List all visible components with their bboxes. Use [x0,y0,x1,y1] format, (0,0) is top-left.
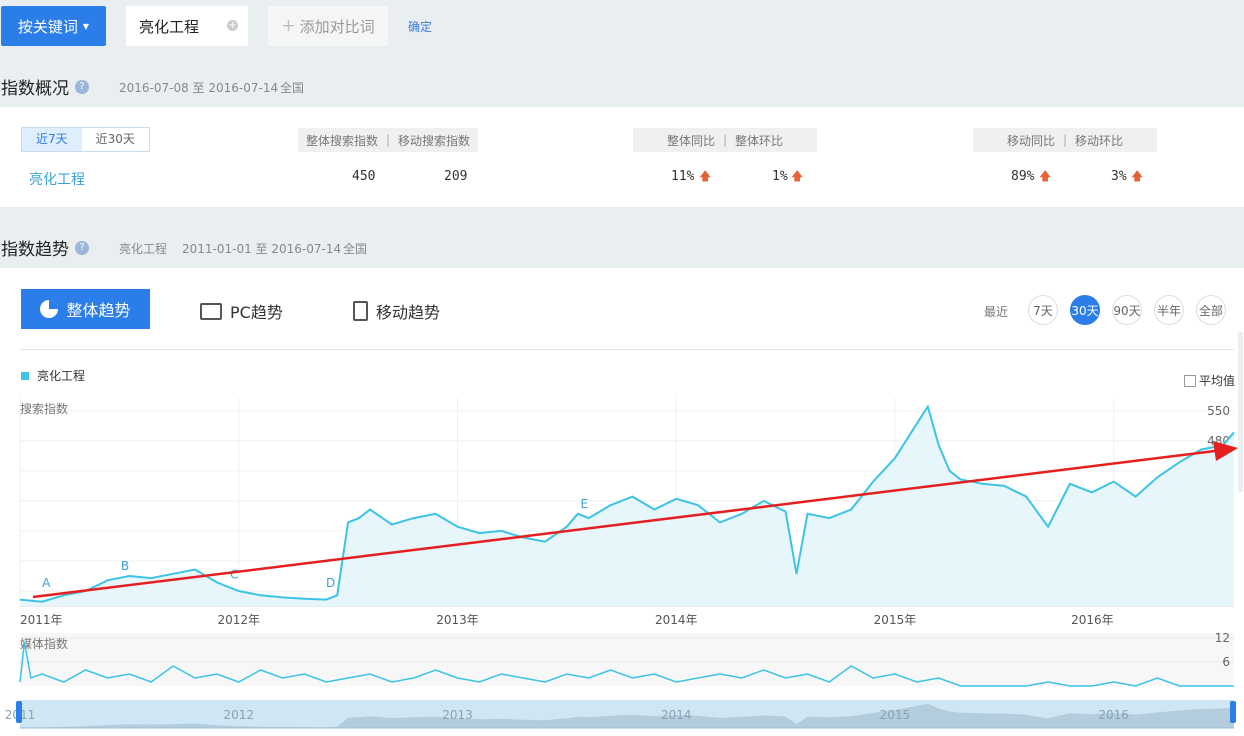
x-tick-label: 2015年 [874,613,917,627]
trend-chart: 1302002703404104805502011年2012年2013年2014… [5,398,1238,729]
x-tick-label: 2014年 [655,613,698,627]
navigator-tick-label: 2015 [880,708,911,722]
event-marker: E [581,497,589,511]
x-tick-label: 2016年 [1071,613,1114,627]
x-tick-label: 2011年 [20,613,63,627]
y-axis-label: 搜索指数 [20,401,68,416]
y-tick-label: 550 [1207,404,1230,418]
navigator-tick-label: 2012 [223,708,254,722]
media-y-tick-label: 6 [1222,655,1230,669]
navigator-right-handle [1230,701,1236,723]
navigator-tick-label: 2013 [442,708,473,722]
event-marker: D [326,576,335,590]
navigator-tick-label: 2016 [1098,708,1129,722]
x-tick-label: 2012年 [217,613,260,627]
navigator-tick-label: 2014 [661,708,692,722]
navigator-left-handle [16,701,22,723]
event-marker: B [121,559,129,573]
event-marker: A [42,576,51,590]
x-tick-label: 2013年 [436,613,479,627]
media-plot-area [20,633,1234,686]
media-y-axis-label: 媒体指数 [20,636,68,651]
media-y-tick-label: 12 [1215,631,1230,645]
event-marker: C [230,568,238,582]
